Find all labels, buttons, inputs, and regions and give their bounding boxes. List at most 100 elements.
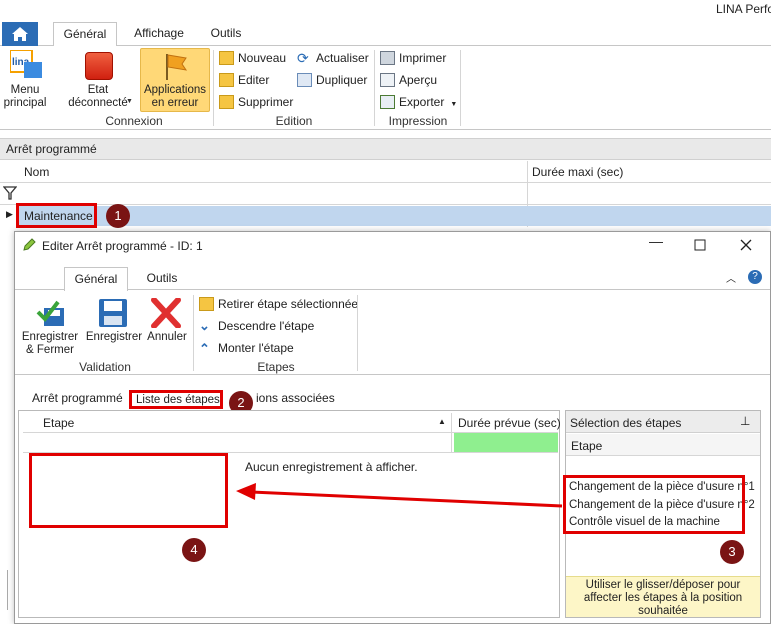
home-icon	[12, 27, 28, 41]
close-button[interactable]	[734, 236, 758, 256]
dialog-edit-icon	[22, 238, 36, 252]
close-icon	[740, 239, 752, 251]
annotation-badge-3: 3	[720, 540, 744, 564]
lina-logo-icon: lina	[9, 49, 42, 80]
dupliquer-label: Dupliquer	[316, 73, 368, 87]
filter-row[interactable]	[0, 183, 771, 205]
dialog-title: Editer Arrêt programmé - ID: 1	[42, 239, 203, 253]
help-icon[interactable]: ?	[748, 270, 762, 284]
annotation-box-1	[16, 203, 97, 228]
row-indicator-icon: ▶	[6, 209, 13, 219]
home-tab[interactable]	[2, 22, 38, 46]
maximize-button[interactable]	[688, 236, 712, 256]
printer-icon	[380, 51, 395, 65]
menu-principal-button[interactable]: Menu principal	[2, 84, 48, 110]
editer-label: Editer	[238, 73, 270, 87]
supprimer-label: Supprimer	[238, 95, 294, 109]
app-title: LINA Perfo	[716, 2, 771, 16]
retirer-etape-button[interactable]: Retirer étape sélectionnée	[198, 294, 358, 314]
selection-hint: Utiliser le glisser/déposer pour affecte…	[566, 576, 760, 617]
exporter-label: Exporter	[399, 95, 445, 109]
retirer-label: Retirer étape sélectionnée	[218, 297, 359, 311]
col-header-duree[interactable]: Durée maxi (sec)	[532, 165, 623, 179]
annotation-badge-1: 1	[106, 204, 130, 228]
dialog-ribbon-tabbar	[15, 264, 770, 290]
cancel-icon	[150, 297, 182, 329]
etapes-group-label: Etapes	[257, 360, 295, 374]
grid-group-title: Arrêt programmé	[0, 138, 771, 160]
collapse-ribbon-icon[interactable]: ︿	[726, 270, 736, 285]
duplicate-icon	[297, 73, 312, 87]
col-header-duree-prevue[interactable]: Durée prévue (sec)	[458, 416, 561, 430]
annuler-button[interactable]: Annuler	[144, 331, 190, 344]
sort-asc-icon: ▲	[438, 417, 446, 426]
tab-arret-programme[interactable]: Arrêt programmé	[32, 391, 123, 405]
refresh-icon: ⟳	[297, 50, 309, 66]
enregistrer-button[interactable]: Enregistrer	[84, 331, 144, 344]
ribbon-separator	[357, 295, 358, 371]
export-icon	[380, 95, 395, 109]
nouveau-label: Nouveau	[238, 51, 287, 65]
preview-icon	[380, 73, 395, 87]
ribbon-separator	[193, 295, 194, 371]
actualiser-button[interactable]: ⟳ Actualiser	[296, 48, 369, 68]
descendre-etape-button[interactable]: ⌄ Descendre l'étape	[198, 316, 314, 336]
connexion-group-label: Connexion	[105, 114, 163, 128]
tab-actions-associees[interactable]: ions associées	[256, 391, 335, 405]
folder-edit-icon	[219, 73, 234, 87]
nouveau-button[interactable]: Nouveau	[218, 48, 286, 68]
annotation-badge-4: 4	[182, 538, 206, 562]
exporter-button[interactable]: Exporter ▼	[379, 92, 457, 112]
annotation-box-3	[563, 475, 745, 534]
filter-icon[interactable]	[2, 186, 18, 200]
grid-header	[0, 161, 771, 183]
selection-col-etape[interactable]: Etape	[571, 439, 602, 453]
col-header-nom[interactable]: Nom	[24, 165, 49, 179]
drag-arrow-icon	[236, 483, 563, 508]
minimize-button[interactable]: —	[644, 233, 668, 255]
folder-new-icon	[219, 51, 234, 65]
pin-icon[interactable]: ⊥	[740, 414, 750, 428]
chevron-up-icon: ⌃	[199, 341, 210, 356]
applications-label: Applications en erreur	[143, 84, 206, 109]
annotation-box-2	[129, 390, 223, 409]
descendre-label: Descendre l'étape	[218, 319, 315, 333]
dialog-tab-outils[interactable]: Outils	[136, 267, 188, 291]
edition-group-label: Edition	[275, 114, 313, 128]
ribbon-separator	[460, 50, 461, 126]
monter-etape-button[interactable]: ⌃ Monter l'étape	[198, 338, 294, 358]
left-edge-marker	[0, 570, 8, 610]
editer-button[interactable]: Editer	[218, 70, 269, 90]
etat-icon	[85, 52, 113, 80]
save-close-icon	[36, 298, 66, 328]
selection-title: Sélection des étapes	[570, 416, 682, 430]
validation-group-label: Validation	[79, 360, 131, 374]
flag-icon	[160, 52, 190, 82]
save-icon	[98, 298, 128, 328]
imprimer-button[interactable]: Imprimer	[379, 48, 446, 68]
imprimer-label: Imprimer	[399, 51, 447, 65]
supprimer-button[interactable]: Supprimer	[218, 92, 293, 112]
tab-outils[interactable]: Outils	[201, 22, 251, 46]
apercu-button[interactable]: Aperçu	[379, 70, 437, 90]
folder-remove-icon	[199, 297, 214, 311]
annotation-box-4	[29, 453, 228, 528]
tab-general[interactable]: Général	[53, 22, 117, 46]
dialog-tab-general[interactable]: Général	[64, 267, 128, 291]
dupliquer-button[interactable]: Dupliquer	[296, 70, 367, 90]
chevron-down-icon: ▼	[126, 98, 133, 105]
chevron-down-icon: ▼	[450, 101, 458, 108]
impression-group-label: Impression	[388, 114, 448, 128]
actualiser-label: Actualiser	[316, 51, 369, 65]
ribbon-separator	[374, 50, 375, 126]
chevron-down-icon: ⌄	[199, 318, 210, 333]
col-header-etape[interactable]: Etape	[43, 416, 74, 430]
duree-filter-cell[interactable]	[454, 433, 558, 452]
table-row[interactable]	[18, 206, 771, 226]
empty-message: Aucun enregistrement à afficher.	[245, 460, 418, 474]
etat-deconnecte-button[interactable]: Etat déconnecté	[62, 84, 134, 110]
enregistrer-fermer-button[interactable]: Enregistrer & Fermer	[18, 331, 82, 357]
tab-affichage[interactable]: Affichage	[127, 22, 191, 46]
folder-delete-icon	[219, 95, 234, 109]
monter-label: Monter l'étape	[218, 341, 294, 355]
